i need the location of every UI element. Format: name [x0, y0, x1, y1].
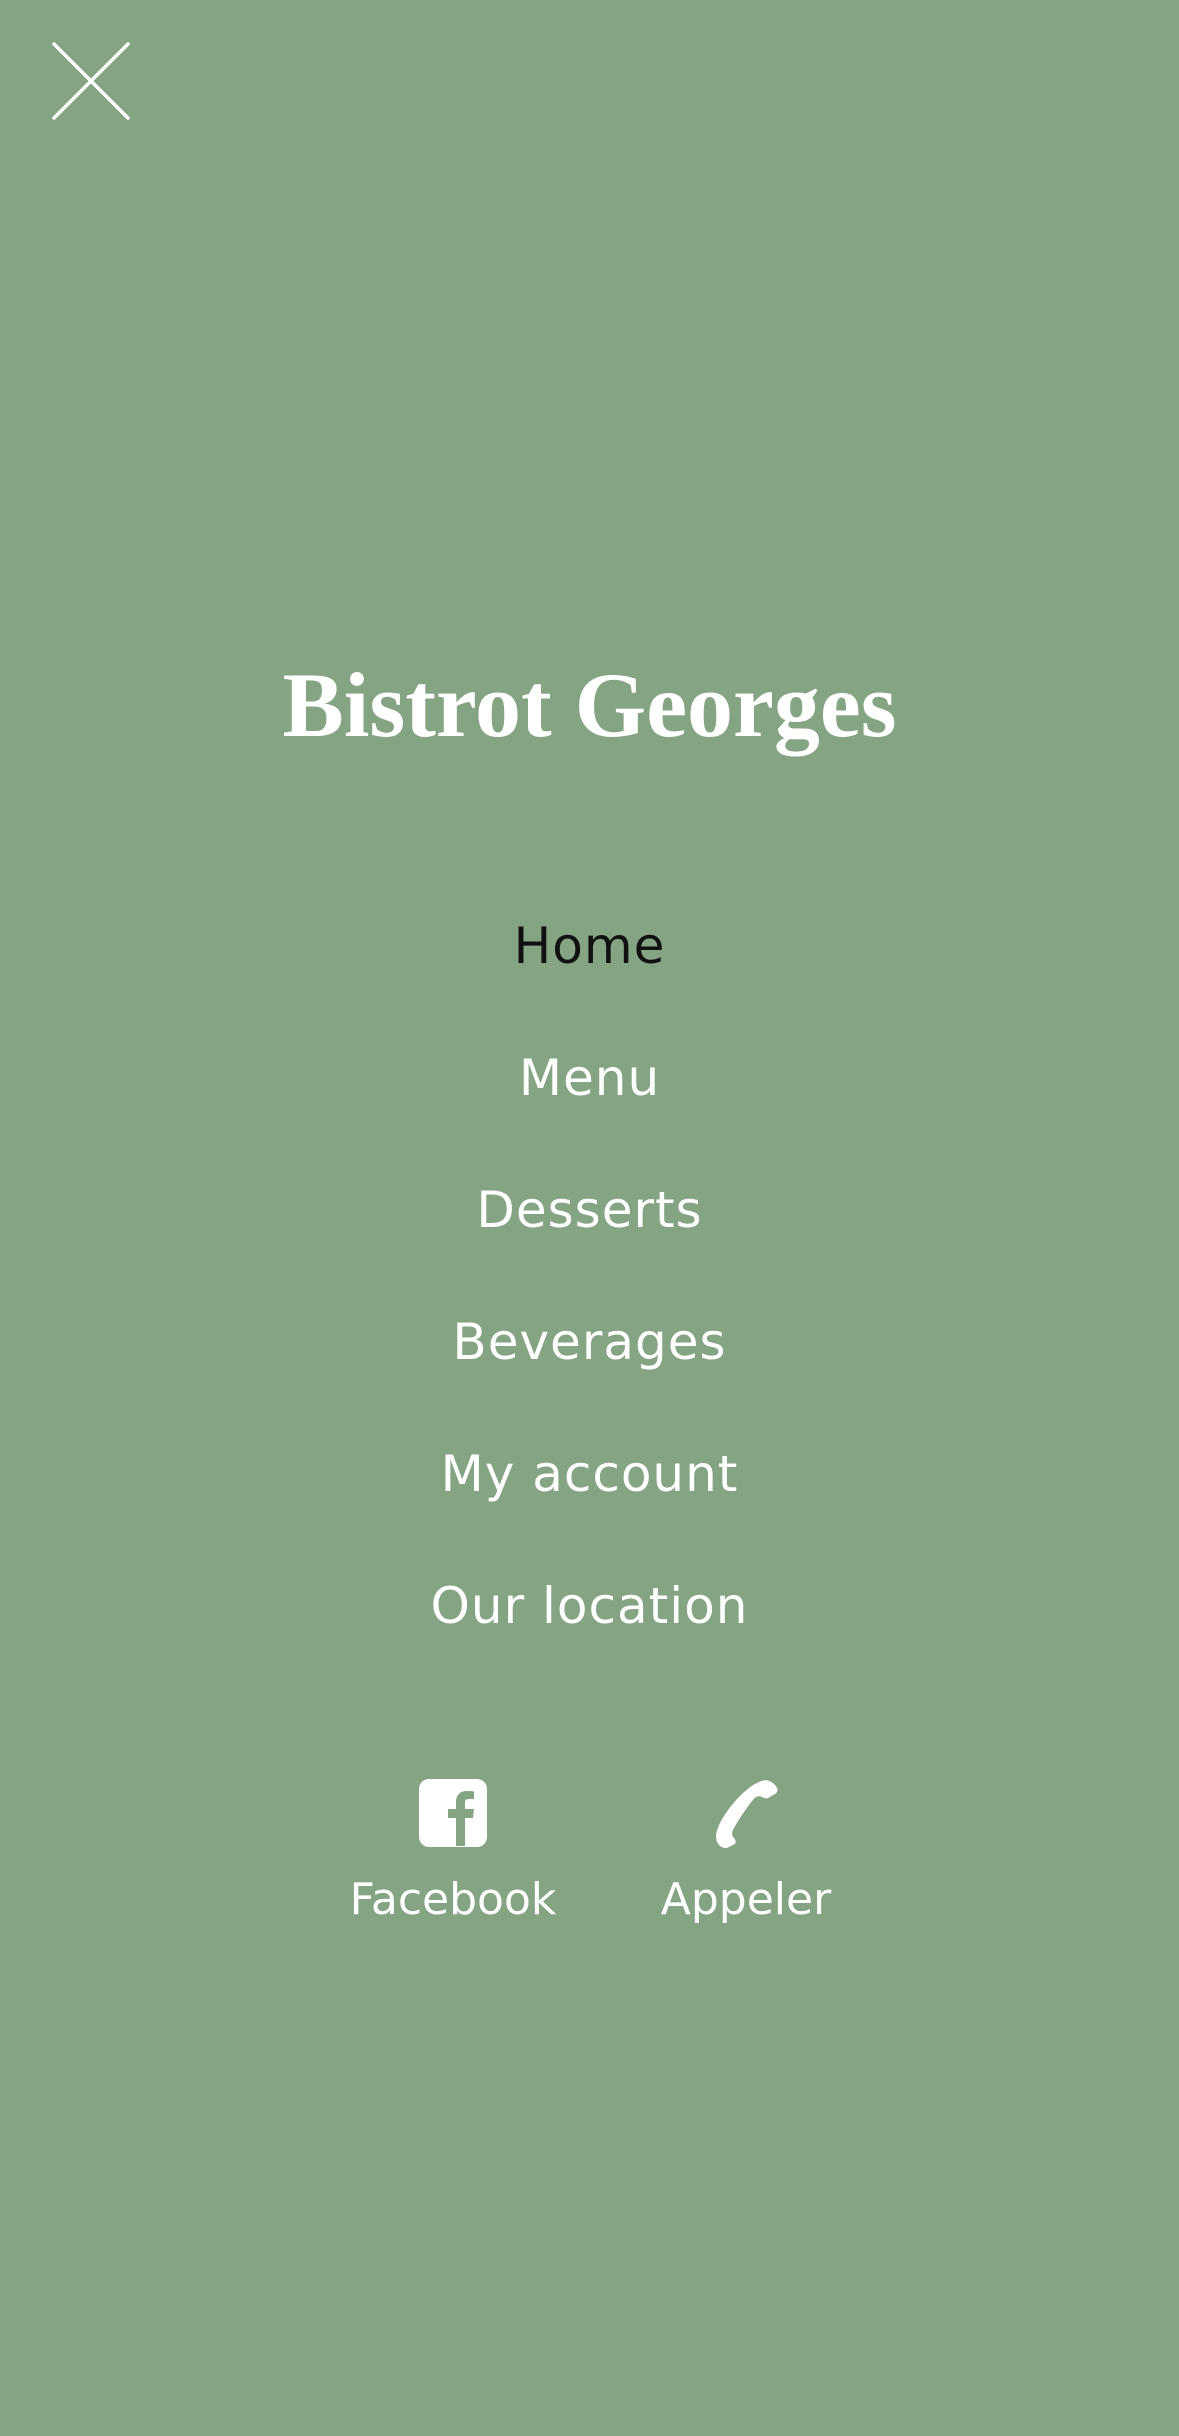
nav-item-beverages: Beverages: [0, 1276, 1179, 1408]
brand-title: Bistrot Georges: [282, 654, 897, 756]
nav-item-desserts: Desserts: [0, 1144, 1179, 1276]
nav-link-desserts[interactable]: Desserts: [476, 1181, 702, 1239]
facebook-icon: [419, 1779, 487, 1847]
facebook-button[interactable]: Facebook: [323, 1778, 583, 1925]
call-label: Appeler: [660, 1874, 832, 1925]
nav-item-menu: Menu: [0, 1012, 1179, 1144]
close-icon: [52, 42, 130, 120]
nav-link-beverages[interactable]: Beverages: [452, 1313, 726, 1371]
main-navigation: Home Menu Desserts Beverages My account …: [0, 880, 1179, 1672]
nav-item-my-account: My account: [0, 1408, 1179, 1540]
phone-icon: [716, 1780, 778, 1848]
close-button[interactable]: [50, 40, 132, 122]
nav-link-home[interactable]: Home: [514, 917, 666, 975]
facebook-label: Facebook: [349, 1874, 557, 1925]
nav-link-our-location[interactable]: Our location: [431, 1577, 749, 1635]
nav-item-our-location: Our location: [0, 1540, 1179, 1672]
nav-link-my-account[interactable]: My account: [441, 1445, 739, 1503]
call-button[interactable]: Appeler: [616, 1778, 876, 1925]
nav-link-menu[interactable]: Menu: [519, 1049, 660, 1107]
nav-item-home: Home: [0, 880, 1179, 1012]
social-links: Facebook Appeler: [0, 1778, 1179, 1978]
